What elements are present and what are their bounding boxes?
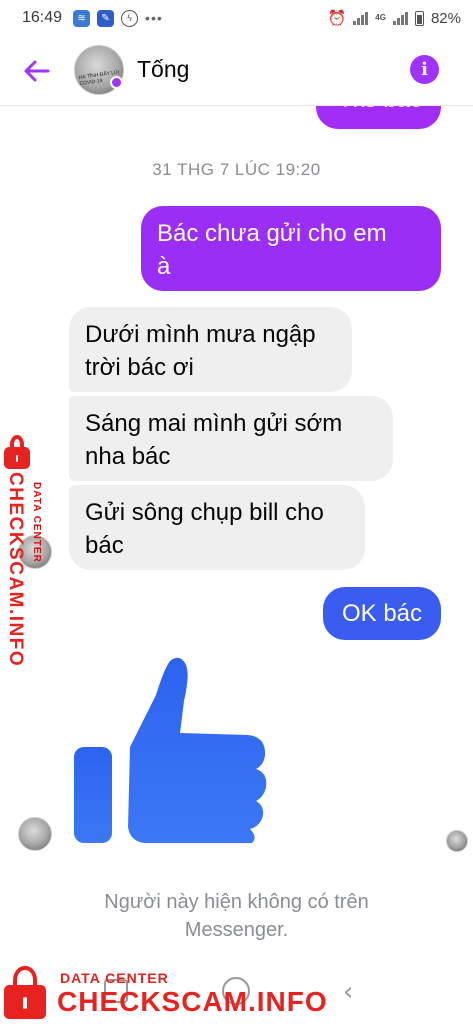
incoming-message-bubble[interactable]: Sáng mai mình gửi sớm nha bác (69, 396, 393, 481)
message-text: OK bác (341, 600, 423, 627)
sender-avatar[interactable] (18, 817, 52, 851)
chat-header: HÀ TĨNH ĐẨY LÙI COVID-19 Tống i (0, 36, 473, 106)
watermark-side-small-text: DATA CENTER (31, 482, 42, 563)
watermark-small-text: DATA CENTER (60, 970, 169, 986)
contact-name[interactable]: Tống (137, 56, 189, 83)
info-icon: i (421, 59, 428, 80)
message-text: Dưới mình mưa ngập (85, 321, 316, 348)
network-type: 4G (375, 13, 386, 22)
message-text: à (157, 253, 171, 280)
app-notification-icon: ✎ (97, 9, 115, 27)
status-time: 16:49 (22, 9, 63, 26)
message-text: bác (85, 532, 124, 559)
battery-level: 82% (430, 9, 461, 27)
messenger-icon: ϟ (121, 9, 139, 27)
system-back-button[interactable]: ‹ (343, 979, 353, 1005)
thumbs-up-sticker[interactable] (72, 655, 272, 845)
battery-icon (414, 10, 424, 26)
message-text: Gửi sông chụp bill cho (85, 499, 324, 526)
alarm-icon: ⏰ (327, 10, 347, 27)
watermark-big-text: CHECKSCAM.INFO (57, 986, 328, 1017)
outgoing-message-bubble[interactable]: OK bác (323, 587, 441, 640)
back-button[interactable] (20, 54, 54, 88)
seen-receipt-avatar (446, 830, 468, 852)
incoming-message-bubble[interactable]: Gửi sông chụp bill cho bác (69, 485, 365, 570)
back-arrow-icon (24, 60, 50, 82)
more-notifications-icon: ••• (145, 10, 163, 26)
signal-icon (353, 11, 369, 25)
info-button[interactable]: i (410, 55, 439, 84)
signal-icon-2 (392, 11, 408, 25)
thumb-hand (128, 657, 267, 843)
watermark-lock-icon (4, 434, 30, 469)
watermark-side-text: CHECKSCAM.INFO (5, 472, 26, 668)
message-text: nha bác (85, 443, 171, 470)
thumb-cuff (74, 747, 112, 843)
status-bar: 16:49 ≋ ✎ ϟ ••• ⏰ 4G 82% (0, 0, 473, 36)
unavailable-notice: Người này hiện không có trên Messenger. (104, 891, 369, 941)
incoming-message-bubble[interactable]: Dưới mình mưa ngập trời bác ơi (69, 307, 352, 392)
watermark-lock-icon (4, 966, 46, 1019)
messenger-badge-icon (110, 76, 123, 89)
message-text: Bác chưa gửi cho em (157, 220, 387, 247)
message-timestamp: 31 THG 7 LÚC 19:20 (152, 160, 321, 179)
wifi-call-icon: ≋ (73, 9, 91, 27)
outgoing-message-bubble[interactable]: Bác chưa gửi cho em à (141, 206, 441, 291)
message-text: trời bác ơi (85, 354, 194, 381)
message-text: Sáng mai mình gửi sớm (85, 410, 343, 437)
